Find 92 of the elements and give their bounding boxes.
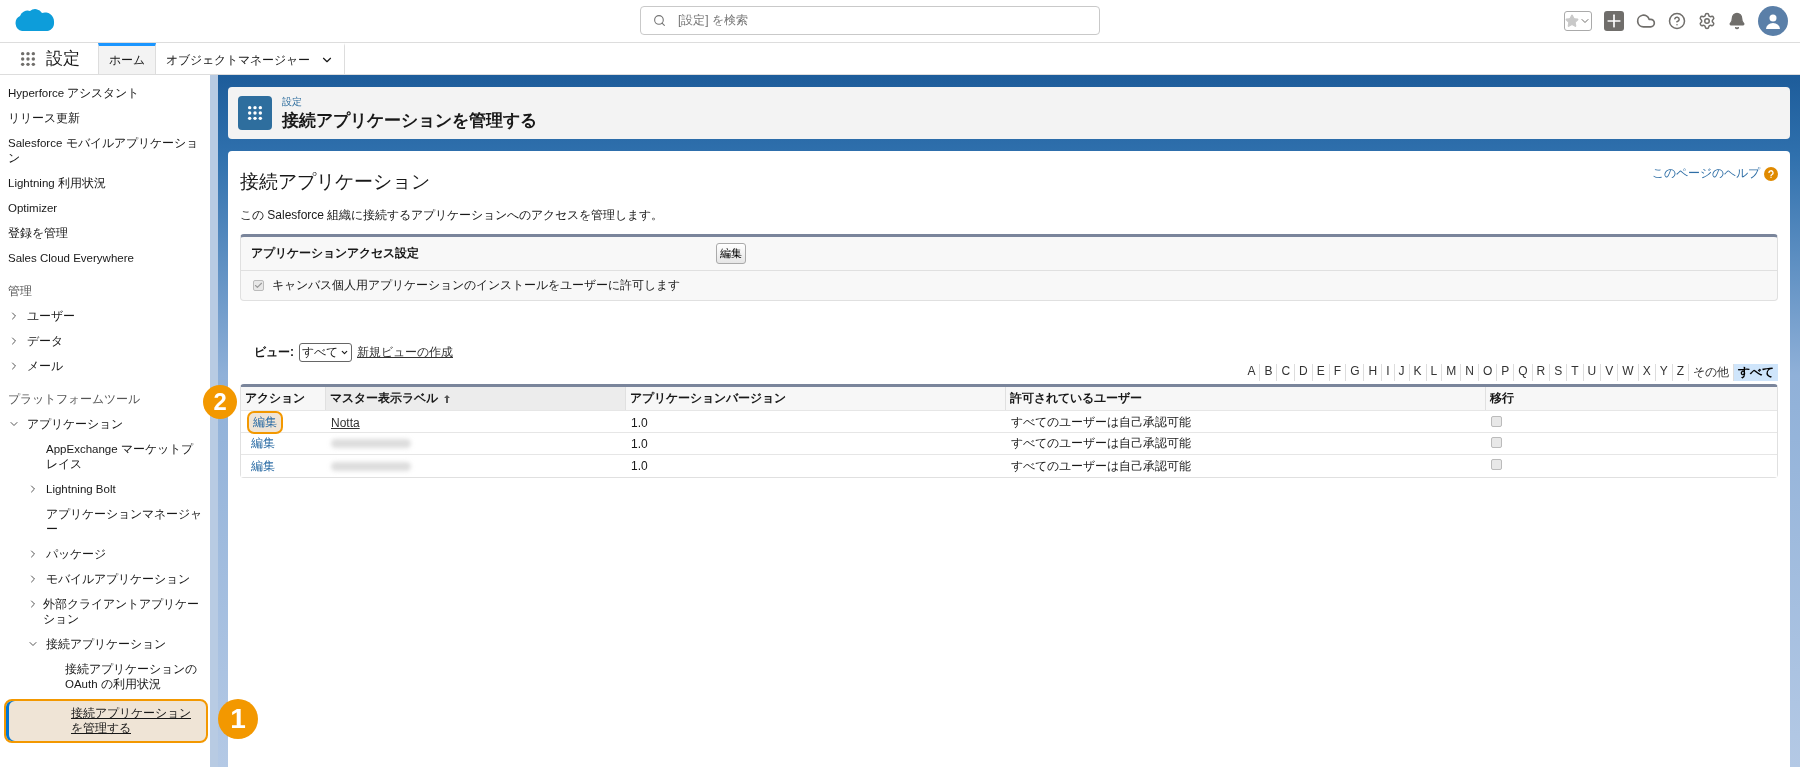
add-icon[interactable] — [1604, 11, 1624, 31]
letter-filter[interactable]: D — [1294, 364, 1312, 381]
letter-filter[interactable]: R — [1531, 364, 1550, 381]
letter-filter[interactable]: F — [1328, 364, 1346, 381]
letter-filter[interactable]: A — [1243, 364, 1260, 381]
section-title: 接続アプリケーション — [240, 170, 430, 194]
letter-filter[interactable]: W — [1617, 364, 1638, 381]
letter-filter[interactable]: P — [1496, 364, 1514, 381]
panel-title: アプリケーションアクセス設定 — [251, 245, 420, 262]
view-label: ビュー: — [254, 344, 294, 361]
letter-filter[interactable]: S — [1549, 364, 1567, 381]
sidebar-group[interactable]: パッケージ — [46, 547, 106, 562]
table-cell-text: すべてのユーザーは自己承認可能 — [1010, 435, 1192, 452]
sidebar-group[interactable]: ユーザー — [27, 309, 75, 324]
bell-icon[interactable] — [1728, 12, 1746, 30]
table-cell-text: 1.0 — [630, 459, 649, 473]
column-header[interactable]: アクション — [241, 387, 325, 410]
sidebar-item[interactable]: Sales Cloud Everywhere — [0, 246, 210, 271]
description: この Salesforce 組織に接続するアプリケーションへのアクセスを管理します。 — [240, 207, 665, 224]
help-icon — [1764, 166, 1778, 181]
edit-link[interactable]: 編集 — [247, 456, 279, 476]
column-header[interactable]: 許可されているユーザー — [1005, 387, 1485, 410]
letter-filter[interactable]: U — [1582, 364, 1601, 381]
sidebar-heading: 管理 — [8, 284, 32, 299]
sidebar-item[interactable]: AppExchange マーケットプレイス — [0, 437, 210, 477]
letter-filter[interactable]: G — [1345, 364, 1364, 381]
table-cell-text: すべてのユーザーは自己承認可能 — [1010, 414, 1192, 431]
help-link[interactable]: このページのヘルプ — [1652, 165, 1778, 182]
column-header[interactable]: アプリケーションバージョン — [625, 387, 1005, 410]
sidebar-heading: プラットフォームツール — [8, 392, 140, 407]
search-icon — [653, 14, 666, 27]
edit-link[interactable]: 編集 — [247, 411, 283, 434]
sidebar-group[interactable]: アプリケーション — [27, 417, 123, 432]
letter-filter[interactable]: H — [1363, 364, 1382, 381]
page-title: 接続アプリケーションを管理する — [282, 109, 537, 132]
new-view-link[interactable]: 新規ビューの作成 — [357, 344, 453, 361]
sidebar-group[interactable]: 外部クライアントアプリケーション — [42, 597, 202, 627]
edit-link[interactable]: 編集 — [247, 434, 279, 453]
app-label-link[interactable]: Notta — [331, 415, 360, 430]
sidebar-item[interactable]: Hyperforce アシスタント — [0, 81, 210, 106]
sidebar-item[interactable]: アプリケーションマネージャー — [0, 502, 210, 542]
sidebar-group[interactable]: メール — [27, 359, 63, 374]
letter-filter[interactable]: J — [1393, 364, 1409, 381]
letter-filter[interactable]: Q — [1513, 364, 1532, 381]
checkbox-label: キャンバス個人用アプリケーションのインストールをユーザーに許可します — [272, 277, 680, 294]
cloud-icon[interactable] — [1636, 11, 1656, 31]
sidebar-item[interactable]: リリース更新 — [0, 106, 210, 131]
letter-filter[interactable]: Z — [1671, 364, 1688, 381]
letter-filter[interactable]: B — [1259, 364, 1277, 381]
sidebar-item[interactable]: Lightning 利用状況 — [0, 171, 210, 196]
sidebar-group[interactable]: Lightning Bolt — [46, 482, 116, 497]
sidebar-group[interactable]: データ — [27, 334, 63, 349]
table-cell-text: すべてのユーザーは自己承認可能 — [1010, 457, 1192, 475]
column-header[interactable]: 移行 — [1485, 387, 1777, 410]
letter-filter[interactable]: N — [1460, 364, 1478, 381]
nav-tab[interactable]: ホーム — [98, 43, 156, 74]
letter-filter[interactable]: E — [1311, 364, 1329, 381]
app-grid-icon[interactable] — [20, 50, 36, 67]
letter-filter[interactable]: T — [1566, 364, 1583, 381]
favorites-button[interactable] — [1564, 11, 1592, 31]
settings-icon[interactable] — [1698, 12, 1716, 30]
table-cell-text: 1.0 — [630, 415, 649, 430]
breadcrumb: 設定 — [282, 94, 303, 109]
table-cell-text: 1.0 — [630, 436, 649, 451]
sidebar-item[interactable]: 接続アプリケーションの OAuth の利用状況 — [0, 657, 210, 697]
view-select[interactable]: すべて — [299, 343, 352, 362]
letter-filter[interactable]: すべて — [1733, 364, 1778, 381]
letter-filter[interactable]: L — [1425, 364, 1442, 381]
avatar[interactable] — [1758, 6, 1788, 36]
sidebar-item[interactable]: 登録を管理 — [0, 221, 210, 246]
letter-filter[interactable]: I — [1381, 364, 1394, 381]
letter-filter[interactable]: V — [1600, 364, 1618, 381]
app-name: 設定 — [46, 48, 80, 70]
highlighted-sidebar-item[interactable]: 接続アプリケーションを管理する — [4, 699, 208, 743]
step-badge: 2 — [203, 385, 237, 419]
letter-filter[interactable]: M — [1441, 364, 1461, 381]
letter-filter[interactable]: O — [1477, 364, 1497, 381]
letter-filter[interactable]: C — [1276, 364, 1295, 381]
letter-filter[interactable]: Y — [1654, 364, 1672, 381]
caret-icon — [340, 348, 349, 357]
sidebar-item[interactable]: Optimizer — [0, 196, 210, 221]
sidebar-group[interactable]: 接続アプリケーション — [46, 637, 166, 652]
sort-arrow-icon — [444, 394, 450, 403]
sidebar-item[interactable]: Salesforce モバイルアプリケーション — [0, 131, 210, 171]
edit-button[interactable]: 編集 — [716, 243, 746, 264]
star-icon — [1565, 14, 1579, 28]
search-field[interactable]: [設定] を検索 — [640, 6, 1100, 35]
sidebar-group[interactable]: モバイルアプリケーション — [46, 572, 190, 587]
column-header[interactable]: マスター表示ラベル — [325, 387, 625, 410]
help-icon[interactable] — [1668, 12, 1686, 30]
letter-filter[interactable]: X — [1637, 364, 1655, 381]
letter-filter[interactable]: K — [1408, 364, 1426, 381]
